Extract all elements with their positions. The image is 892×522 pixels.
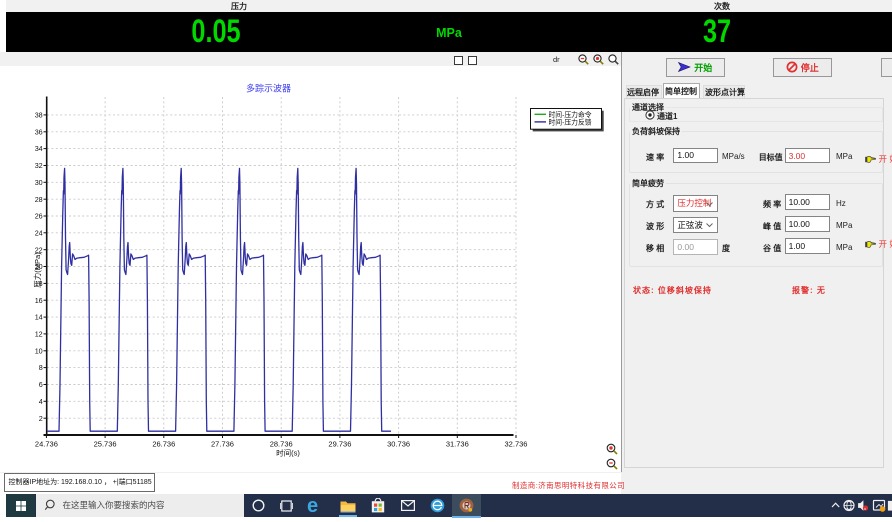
svg-text:时间-压力命令: 时间-压力命令	[549, 110, 592, 119]
svg-text:8: 8	[39, 363, 43, 372]
svg-text:34: 34	[35, 144, 43, 153]
svg-text:时间-压力反馈: 时间-压力反馈	[549, 118, 592, 127]
svg-text:31.736: 31.736	[446, 440, 469, 449]
svg-text:26.736: 26.736	[152, 440, 175, 449]
svg-text:2: 2	[39, 414, 43, 423]
svg-text:12: 12	[35, 330, 43, 339]
svg-text:多踪示波器: 多踪示波器	[246, 83, 291, 94]
svg-text:10: 10	[35, 346, 43, 355]
svg-text:28: 28	[35, 195, 43, 204]
svg-text:30.736: 30.736	[387, 440, 410, 449]
svg-text:4: 4	[39, 397, 43, 406]
svg-text:32.736: 32.736	[505, 440, 528, 449]
svg-text:30: 30	[35, 178, 43, 187]
svg-text:26: 26	[35, 212, 43, 221]
svg-text:36: 36	[35, 127, 43, 136]
svg-text:24.736: 24.736	[35, 440, 58, 449]
svg-text:16: 16	[35, 296, 43, 305]
svg-text:压力(MPa): 压力(MPa)	[32, 252, 42, 288]
svg-text:29.736: 29.736	[328, 440, 351, 449]
svg-text:28.736: 28.736	[270, 440, 293, 449]
svg-text:38: 38	[35, 111, 43, 120]
svg-text:14: 14	[35, 313, 43, 322]
svg-text:x: x	[864, 506, 866, 511]
svg-text:6: 6	[39, 380, 43, 389]
svg-text:25.736: 25.736	[94, 440, 117, 449]
svg-text:时间(s): 时间(s)	[276, 448, 300, 458]
svg-text:24: 24	[35, 228, 43, 237]
svg-text:32: 32	[35, 161, 43, 170]
svg-text:27.736: 27.736	[211, 440, 234, 449]
